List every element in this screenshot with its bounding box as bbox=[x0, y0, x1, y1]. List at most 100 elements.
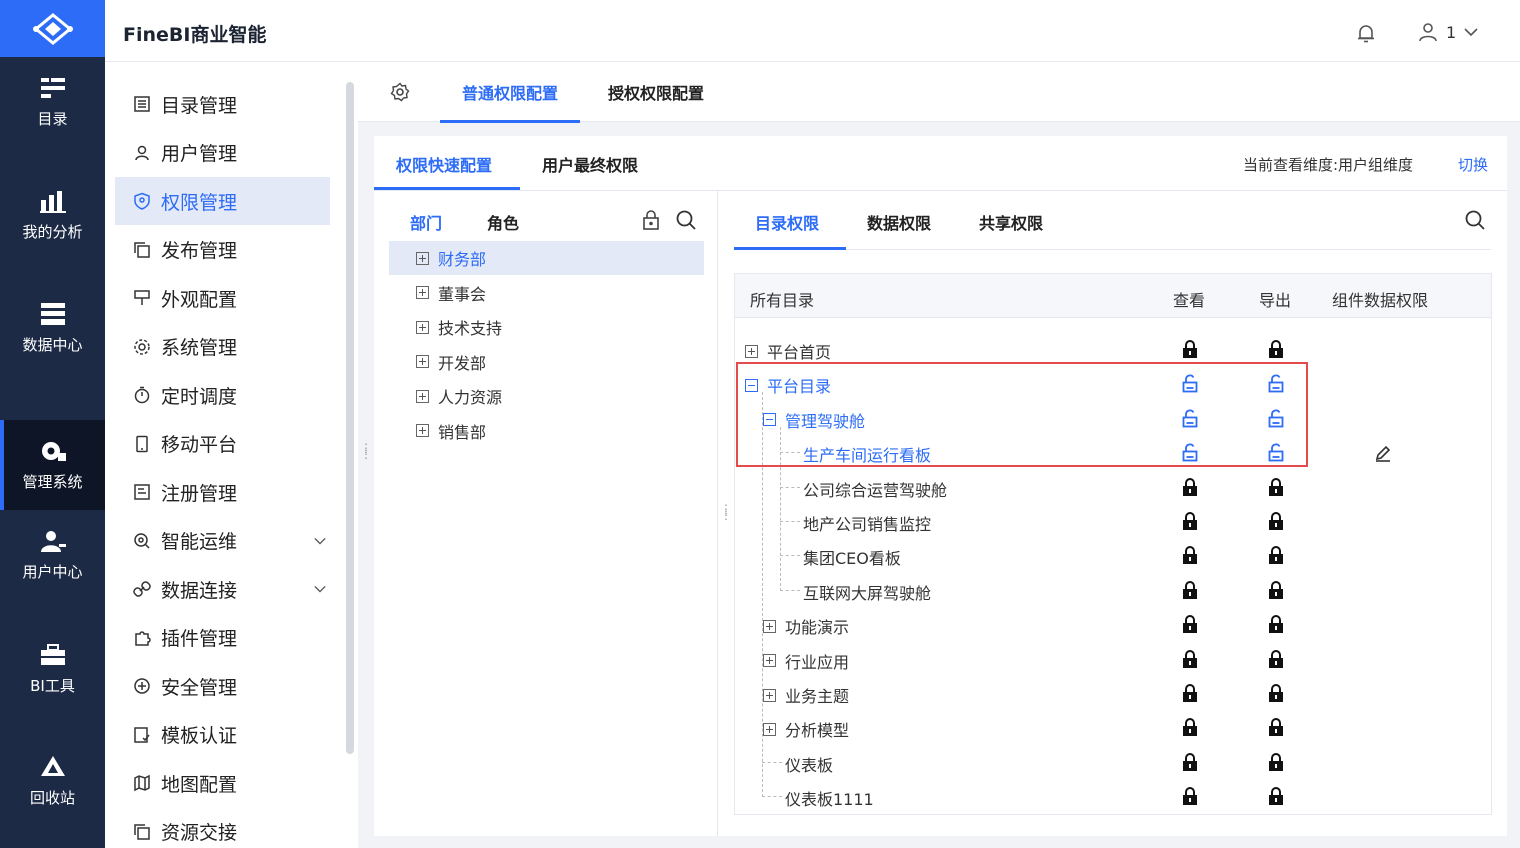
search-icon[interactable] bbox=[1464, 209, 1486, 231]
dept-row[interactable]: 董事会 bbox=[389, 276, 704, 310]
sidebar-item-8[interactable]: 注册管理 bbox=[115, 468, 330, 516]
tab-role[interactable]: 角色 bbox=[487, 210, 519, 234]
sidebar-item-4[interactable]: 外观配置 bbox=[115, 274, 330, 322]
lock-icon[interactable] bbox=[1268, 477, 1284, 497]
table-row[interactable]: 分析模型 bbox=[735, 710, 1491, 744]
sidebar-item-10[interactable]: 数据连接 bbox=[115, 565, 330, 613]
expand-icon[interactable] bbox=[763, 688, 776, 702]
rail-item-0[interactable]: 目录 bbox=[0, 57, 105, 147]
lock-icon[interactable] bbox=[1182, 684, 1198, 703]
sidebar-item-label: 地图配置 bbox=[161, 773, 238, 796]
lock-icon[interactable] bbox=[1182, 477, 1198, 497]
tab-normal-permission[interactable]: 普通权限配置 bbox=[440, 80, 581, 123]
lock-icon[interactable] bbox=[1268, 752, 1284, 772]
lock-icon[interactable] bbox=[1268, 340, 1284, 359]
tab-data-permission[interactable]: 数据权限 bbox=[867, 210, 931, 234]
bell-icon[interactable] bbox=[1355, 22, 1377, 44]
sidebar-item-15[interactable]: 资源交接 bbox=[115, 808, 330, 848]
table-row[interactable]: 地产公司销售监控 bbox=[735, 504, 1491, 538]
table-row[interactable]: 公司综合运营驾驶舱 bbox=[735, 470, 1491, 504]
table-row[interactable]: 仪表板1111 bbox=[735, 779, 1491, 813]
lock-settings-icon[interactable] bbox=[641, 209, 663, 231]
lock-icon[interactable] bbox=[1268, 684, 1284, 703]
expand-icon[interactable] bbox=[763, 654, 776, 668]
lock-icon[interactable] bbox=[1182, 580, 1198, 600]
rail-item-2[interactable]: 数据中心 bbox=[0, 283, 105, 373]
pane-resize-handle[interactable]: ⋮ ⋮ bbox=[720, 503, 732, 521]
table-row[interactable]: 互联网大屏驾驶舱 bbox=[735, 573, 1491, 607]
expand-icon[interactable] bbox=[416, 286, 429, 299]
sidebar-item-2[interactable]: 权限管理 bbox=[115, 177, 330, 225]
expand-icon[interactable] bbox=[416, 251, 429, 265]
sidebar-item-14[interactable]: 地图配置 bbox=[115, 759, 330, 807]
expand-icon[interactable] bbox=[416, 389, 429, 403]
tab-quick-config[interactable]: 权限快速配置 bbox=[396, 152, 492, 176]
rail-item-4[interactable]: 用户中心 bbox=[0, 510, 105, 600]
lock-icon[interactable] bbox=[1268, 546, 1284, 565]
lock-icon[interactable] bbox=[1182, 615, 1198, 634]
expand-icon[interactable] bbox=[416, 320, 429, 334]
dept-row[interactable]: 开发部 bbox=[389, 345, 704, 379]
dept-row[interactable]: 技术支持 bbox=[389, 310, 704, 344]
tab-department[interactable]: 部门 bbox=[410, 210, 442, 234]
lock-icon[interactable] bbox=[1182, 718, 1198, 737]
lock-icon[interactable] bbox=[1182, 512, 1198, 531]
lock-icon[interactable] bbox=[1268, 580, 1284, 600]
sidebar-item-5[interactable]: 系统管理 bbox=[115, 323, 330, 371]
lock-icon[interactable] bbox=[1268, 615, 1284, 634]
tab-share-permission[interactable]: 共享权限 bbox=[979, 210, 1043, 234]
table-row[interactable]: 业务主题 bbox=[735, 676, 1491, 710]
expand-icon[interactable] bbox=[416, 424, 429, 437]
lock-icon[interactable] bbox=[1182, 787, 1198, 806]
dept-row[interactable]: 财务部 bbox=[389, 241, 704, 275]
expand-icon[interactable] bbox=[745, 344, 758, 358]
tab-catalog-permission[interactable]: 目录权限 bbox=[755, 210, 819, 234]
rail-item-6[interactable]: 回收站 bbox=[0, 736, 105, 826]
sidebar-item-1[interactable]: 用户管理 bbox=[115, 129, 330, 177]
lock-icon[interactable] bbox=[1182, 340, 1198, 359]
sidebar-item-12[interactable]: 安全管理 bbox=[115, 662, 330, 710]
expand-icon[interactable] bbox=[416, 355, 429, 368]
user-name: 1 bbox=[1446, 22, 1457, 42]
sidebar-item-9[interactable]: 智能运维 bbox=[115, 517, 330, 565]
chevron-down-icon[interactable] bbox=[314, 535, 326, 547]
user-menu[interactable]: 1 bbox=[1418, 22, 1478, 42]
lock-icon[interactable] bbox=[1268, 512, 1284, 531]
dept-row[interactable]: 人力资源 bbox=[389, 379, 704, 413]
sidebar-item-3[interactable]: 发布管理 bbox=[115, 226, 330, 274]
table-row[interactable]: 平台首页 bbox=[735, 332, 1491, 366]
sidebar-item-0[interactable]: 目录管理 bbox=[115, 80, 330, 128]
resize-handle[interactable]: ⋮ ⋮ bbox=[360, 442, 372, 460]
lock-icon[interactable] bbox=[1182, 752, 1198, 772]
logo[interactable] bbox=[0, 0, 105, 57]
table-row[interactable]: 集团CEO看板 bbox=[735, 538, 1491, 572]
table-row[interactable]: 功能演示 bbox=[735, 607, 1491, 641]
lock-icon[interactable] bbox=[1268, 787, 1284, 806]
rail-item-3[interactable]: 管理系统 bbox=[0, 420, 105, 510]
tab-grant-permission[interactable]: 授权权限配置 bbox=[608, 80, 704, 120]
lock-icon[interactable] bbox=[1268, 718, 1284, 737]
sidebar-scrollbar[interactable] bbox=[346, 82, 354, 754]
switch-dimension-link[interactable]: 切换 bbox=[1458, 154, 1488, 175]
lock-icon[interactable] bbox=[1182, 546, 1198, 565]
settings-gear-icon[interactable] bbox=[390, 82, 410, 102]
tab-final-permission[interactable]: 用户最终权限 bbox=[542, 152, 638, 176]
lock-icon[interactable] bbox=[1268, 649, 1284, 669]
chevron-down-icon[interactable] bbox=[314, 583, 326, 595]
expand-icon[interactable] bbox=[763, 619, 776, 633]
expand-icon[interactable] bbox=[763, 722, 776, 736]
sidebar-item-11[interactable]: 插件管理 bbox=[115, 614, 330, 662]
table-row[interactable]: 行业应用 bbox=[735, 642, 1491, 676]
dept-row[interactable]: 销售部 bbox=[389, 414, 704, 448]
table-row[interactable]: 仪表板 bbox=[735, 745, 1491, 779]
catalog-permission-pane: 目录权限 数据权限 共享权限 所有目录 查看 导出 组件数据权限 平台首页 平台目… bbox=[718, 191, 1507, 836]
rail-item-5[interactable]: BI工具 bbox=[0, 624, 105, 714]
lock-icon[interactable] bbox=[1182, 649, 1198, 669]
list-icon bbox=[134, 96, 150, 112]
rail-item-1[interactable]: 我的分析 bbox=[0, 170, 105, 260]
edit-icon[interactable] bbox=[1373, 443, 1393, 463]
sidebar-item-6[interactable]: 定时调度 bbox=[115, 371, 330, 419]
sidebar-item-13[interactable]: 模板认证 bbox=[115, 711, 330, 759]
search-icon[interactable] bbox=[675, 209, 697, 231]
sidebar-item-7[interactable]: 移动平台 bbox=[115, 420, 330, 468]
